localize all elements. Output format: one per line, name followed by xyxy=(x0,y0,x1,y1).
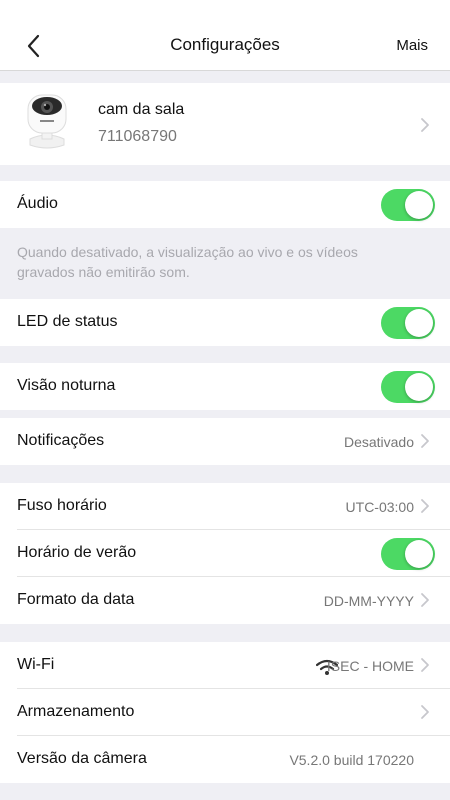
chevron-right-icon xyxy=(421,118,429,132)
date-format-value: DD-MM-YYYY xyxy=(323,593,414,609)
notifications-section: Notificações Desativado xyxy=(0,418,450,465)
audio-label: Áudio xyxy=(17,195,58,212)
device-row[interactable]: cam da sala 711068790 xyxy=(0,83,450,165)
audio-row: Áudio xyxy=(0,181,450,228)
timezone-row[interactable]: Fuso horário UTC-03:00 xyxy=(0,483,450,530)
time-section: Fuso horário UTC-03:00 Horário de verão … xyxy=(0,483,450,624)
toggle-knob xyxy=(405,309,433,337)
more-button[interactable]: Mais xyxy=(396,37,428,54)
chevron-right-icon xyxy=(421,434,429,448)
chevron-right-icon xyxy=(421,658,429,672)
notifications-row[interactable]: Notificações Desativado xyxy=(0,418,450,465)
led-row: LED de status xyxy=(0,299,450,346)
device-serial: 711068790 xyxy=(98,128,177,145)
chevron-right-icon xyxy=(421,593,429,607)
chevron-right-icon xyxy=(421,499,429,513)
night-vision-label: Visão noturna xyxy=(17,377,116,394)
nav-bar: Configurações Mais xyxy=(0,0,450,71)
notifications-label: Notificações xyxy=(17,432,105,449)
audio-toggle[interactable] xyxy=(381,189,435,221)
storage-row[interactable]: Armazenamento xyxy=(0,689,450,736)
toggle-knob xyxy=(405,191,433,219)
night-vision-row: Visão noturna xyxy=(0,363,450,410)
wifi-row[interactable]: Wi-Fi ISEC - HOME xyxy=(0,642,450,689)
wifi-value: ISEC - HOME xyxy=(326,658,414,674)
device-section: cam da sala 711068790 xyxy=(0,83,450,165)
audio-note: Quando desativado, a visualização ao viv… xyxy=(17,244,358,280)
night-vision-section: Visão noturna xyxy=(0,363,450,410)
timezone-label: Fuso horário xyxy=(17,497,107,514)
device-name: cam da sala xyxy=(98,101,185,118)
dst-toggle[interactable] xyxy=(381,538,435,570)
wifi-label: Wi-Fi xyxy=(17,656,55,673)
timezone-value: UTC-03:00 xyxy=(345,499,414,515)
dst-row: Horário de verão xyxy=(0,530,450,577)
audio-section: Áudio xyxy=(0,181,450,228)
page-title: Configurações xyxy=(170,35,280,54)
notifications-value: Desativado xyxy=(343,434,414,450)
network-section: Wi-Fi ISEC - HOME Armazenamento Versão d… xyxy=(0,642,450,783)
camera-icon xyxy=(27,94,67,149)
dst-label: Horário de verão xyxy=(17,544,137,561)
night-vision-toggle[interactable] xyxy=(381,371,435,403)
version-row: Versão da câmera V5.2.0 build 170220 xyxy=(0,736,450,783)
version-value: V5.2.0 build 170220 xyxy=(289,752,414,768)
toggle-knob xyxy=(405,540,433,568)
version-label: Versão da câmera xyxy=(17,750,147,767)
toggle-knob xyxy=(405,373,433,401)
date-format-row[interactable]: Formato da data DD-MM-YYYY xyxy=(0,577,450,624)
led-label: LED de status xyxy=(17,313,118,330)
led-section: LED de status xyxy=(0,299,450,346)
storage-label: Armazenamento xyxy=(17,703,135,720)
date-format-label: Formato da data xyxy=(17,591,135,608)
led-toggle[interactable] xyxy=(381,307,435,339)
chevron-right-icon xyxy=(421,705,429,719)
